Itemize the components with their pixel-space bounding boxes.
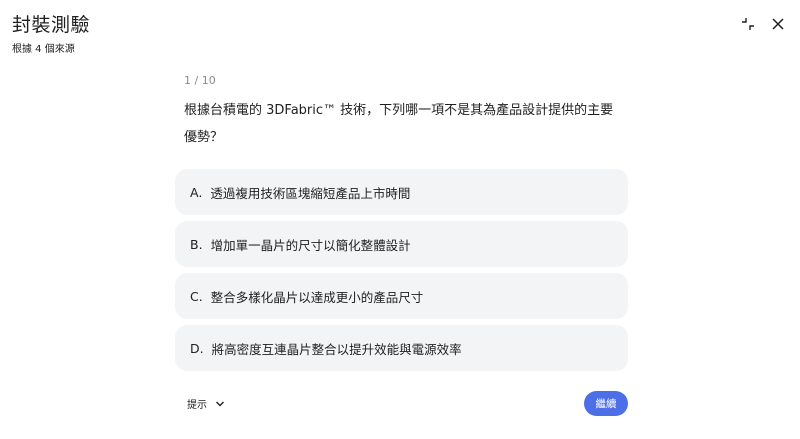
chevron-down-icon <box>216 401 224 406</box>
quiz-source-count: 根據 4 個來源 <box>12 44 75 55</box>
option-text: 將高密度互連晶片整合以提升效能與電源效率 <box>211 341 462 357</box>
option-letter: B. <box>190 236 203 252</box>
quiz-header-title: 封裝測驗 <box>12 14 91 36</box>
continue-button[interactable]: 繼續 <box>584 391 628 416</box>
option-b[interactable]: B. 增加單一晶片的尺寸以簡化整體設計 <box>175 221 628 267</box>
option-text: 透過複用技術區塊縮短產品上市時間 <box>210 185 411 201</box>
hint-toggle[interactable]: 提示 <box>187 396 225 411</box>
question-text: 根據台積電的 3DFabric™ 技術，下列哪一項不是其為產品設計提供的主要優勢… <box>184 103 614 145</box>
collapse-button[interactable] <box>737 13 759 35</box>
option-letter: C. <box>190 288 203 304</box>
option-text: 整合多樣化晶片以達成更小的產品尺寸 <box>210 289 424 305</box>
option-a[interactable]: A. 透過複用技術區塊縮短產品上市時間 <box>175 169 628 215</box>
option-c[interactable]: C. 整合多樣化晶片以達成更小的產品尺寸 <box>175 273 628 319</box>
answer-options: A. 透過複用技術區塊縮短產品上市時間 B. 增加單一晶片的尺寸以簡化整體設計 … <box>175 169 628 377</box>
question-counter: 1 / 10 <box>184 74 216 87</box>
option-letter: A. <box>190 184 203 200</box>
option-d[interactable]: D. 將高密度互連晶片整合以提升效能與電源效率 <box>175 325 628 371</box>
close-button[interactable] <box>767 13 789 35</box>
hint-label: 提示 <box>187 400 207 411</box>
close-icon <box>772 18 784 30</box>
collapse-icon <box>742 18 754 30</box>
option-text: 增加單一晶片的尺寸以簡化整體設計 <box>210 237 411 253</box>
option-letter: D. <box>190 340 204 356</box>
